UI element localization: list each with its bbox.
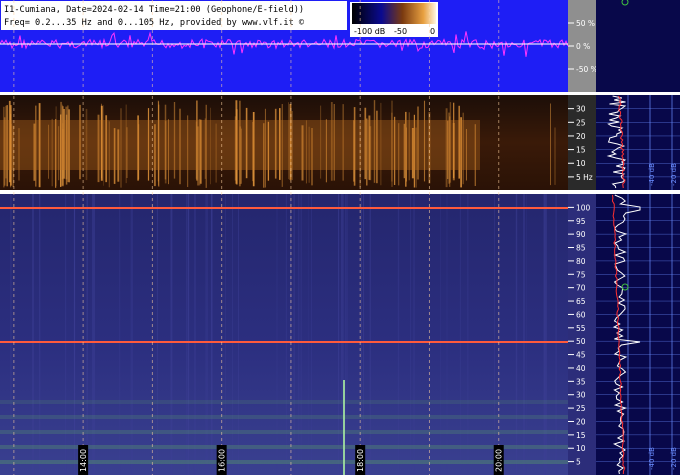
- spectrogram-low-tick-label: 10: [576, 159, 586, 168]
- time-tick-label: 18:00: [356, 449, 365, 472]
- spectrogram-low-tick-label: 5 Hz: [576, 173, 593, 182]
- waveform-tick-label: 0 %: [576, 42, 590, 51]
- spectrogram-high-tick-label: 100: [576, 203, 591, 212]
- time-tick-label: 16:00: [218, 449, 227, 472]
- spectrogram-high-tick-label: 55: [576, 324, 586, 333]
- spectrogram-low-tick-label: 20: [576, 132, 586, 141]
- spectrogram-low-tick-label: 15: [576, 146, 586, 155]
- colorbar-gradient: [352, 3, 436, 24]
- spectrogram-high-tick-label: 60: [576, 310, 586, 319]
- side-panel: -40 dB -20 dB -40 dB -20 dB: [596, 0, 680, 475]
- spectrogram-high-tick-label: 20: [576, 417, 586, 426]
- spectrogram-high-tick-label: 10: [576, 444, 586, 453]
- panel-separator-1: [0, 92, 680, 95]
- side-panel-high: [596, 194, 680, 475]
- spectrogram-high-tick-label: 80: [576, 257, 586, 266]
- side-db-label: -20 dB: [670, 447, 678, 470]
- vlf-monitor-figure: 50 % 0 % -50 % I1-Cumiana, Date=2024-02-14…: [0, 0, 680, 475]
- colorbar-label-mid: -50: [394, 27, 407, 36]
- spectrogram-high-tick-label: 45: [576, 351, 586, 360]
- spectrogram-high-tick-label: 50: [576, 337, 586, 346]
- header-line-1: I1-Cumiana, Date=2024-02-14 Time=21:00 (…: [4, 5, 304, 15]
- waveform-tick-label: 50 %: [576, 19, 595, 28]
- panel-separator-2: [0, 190, 596, 194]
- header-line-2: Freq= 0.2...35 Hz and 0...105 Hz, provid…: [4, 18, 305, 28]
- spectrogram-high-tick-label: 85: [576, 244, 586, 253]
- time-tick-label: 20:00: [495, 449, 504, 472]
- side-db-label: -40 dB: [648, 163, 656, 186]
- spectrogram-high-tick-label: 40: [576, 364, 586, 373]
- spectrogram-high-tick-label: 75: [576, 270, 586, 279]
- spectrogram-high-tick-label: 15: [576, 431, 586, 440]
- spectrogram-high-tick-label: 95: [576, 217, 586, 226]
- spectrogram-high-band: [0, 400, 568, 404]
- spectrogram-high-tick-label: 70: [576, 284, 586, 293]
- spectrogram-high-tick-label: 35: [576, 377, 586, 386]
- spectrogram-low-band: [0, 120, 480, 170]
- side-panel-top: [596, 0, 680, 92]
- spectrogram-low-panel: 30 25 20 15 10 5 Hz: [0, 95, 596, 190]
- waveform-tick-label: -50 %: [576, 65, 598, 74]
- line-50hz: [0, 341, 568, 343]
- time-tick-label: 14:00: [79, 449, 88, 472]
- spectrogram-high-tick-label: 25: [576, 404, 586, 413]
- spectrogram-high-tick-label: 90: [576, 230, 586, 239]
- spectrogram-high-band: [0, 430, 568, 434]
- colorbar-label-min: -100 dB: [354, 27, 385, 36]
- side-db-label: -40 dB: [648, 447, 656, 470]
- colorbar: -100 dB -50 0: [350, 2, 438, 37]
- spectrogram-high-tick-label: 65: [576, 297, 586, 306]
- header-box: I1-Cumiana, Date=2024-02-14 Time=21:00 (…: [1, 1, 347, 30]
- side-db-label: -20 dB: [670, 163, 678, 186]
- line-100hz: [0, 207, 568, 209]
- spectrogram-high-panel: 100 95 90 85 80 75 70 65 60 55 50 45 40 35 30 25 20 15 10 5: [0, 194, 596, 475]
- colorbar-label-max: 0: [430, 27, 435, 36]
- spectrogram-low-tick-label: 25: [576, 118, 586, 127]
- spectrogram-high-tick-label: 30: [576, 391, 586, 400]
- spectrogram-high-band: [0, 415, 568, 419]
- spectrogram-low-tick-label: 30: [576, 105, 586, 114]
- spectrogram-high-tick-label: 5: [576, 458, 581, 467]
